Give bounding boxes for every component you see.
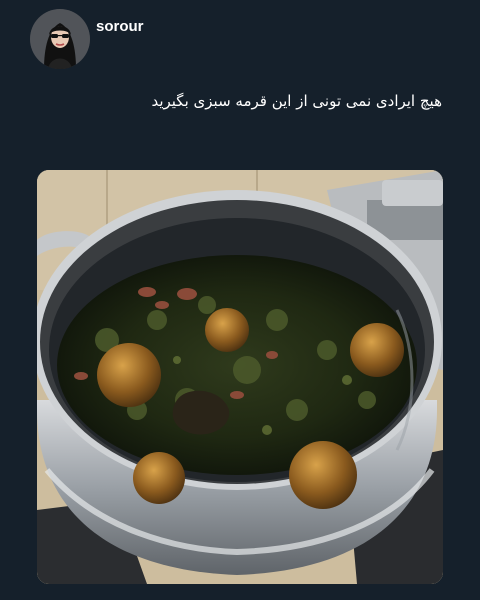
stew-pot-photo-icon [37,170,443,584]
profile-avatar-icon [30,9,90,69]
username[interactable]: sorour [96,18,144,35]
tweet-card: sorour هیچ ایرادی نمی تونی از این قرمه س… [0,0,480,600]
tweet-text: هیچ ایرادی نمی تونی از این قرمه سبزی بگی… [151,92,442,110]
tweet-photo[interactable] [37,170,443,584]
avatar[interactable] [30,9,90,69]
